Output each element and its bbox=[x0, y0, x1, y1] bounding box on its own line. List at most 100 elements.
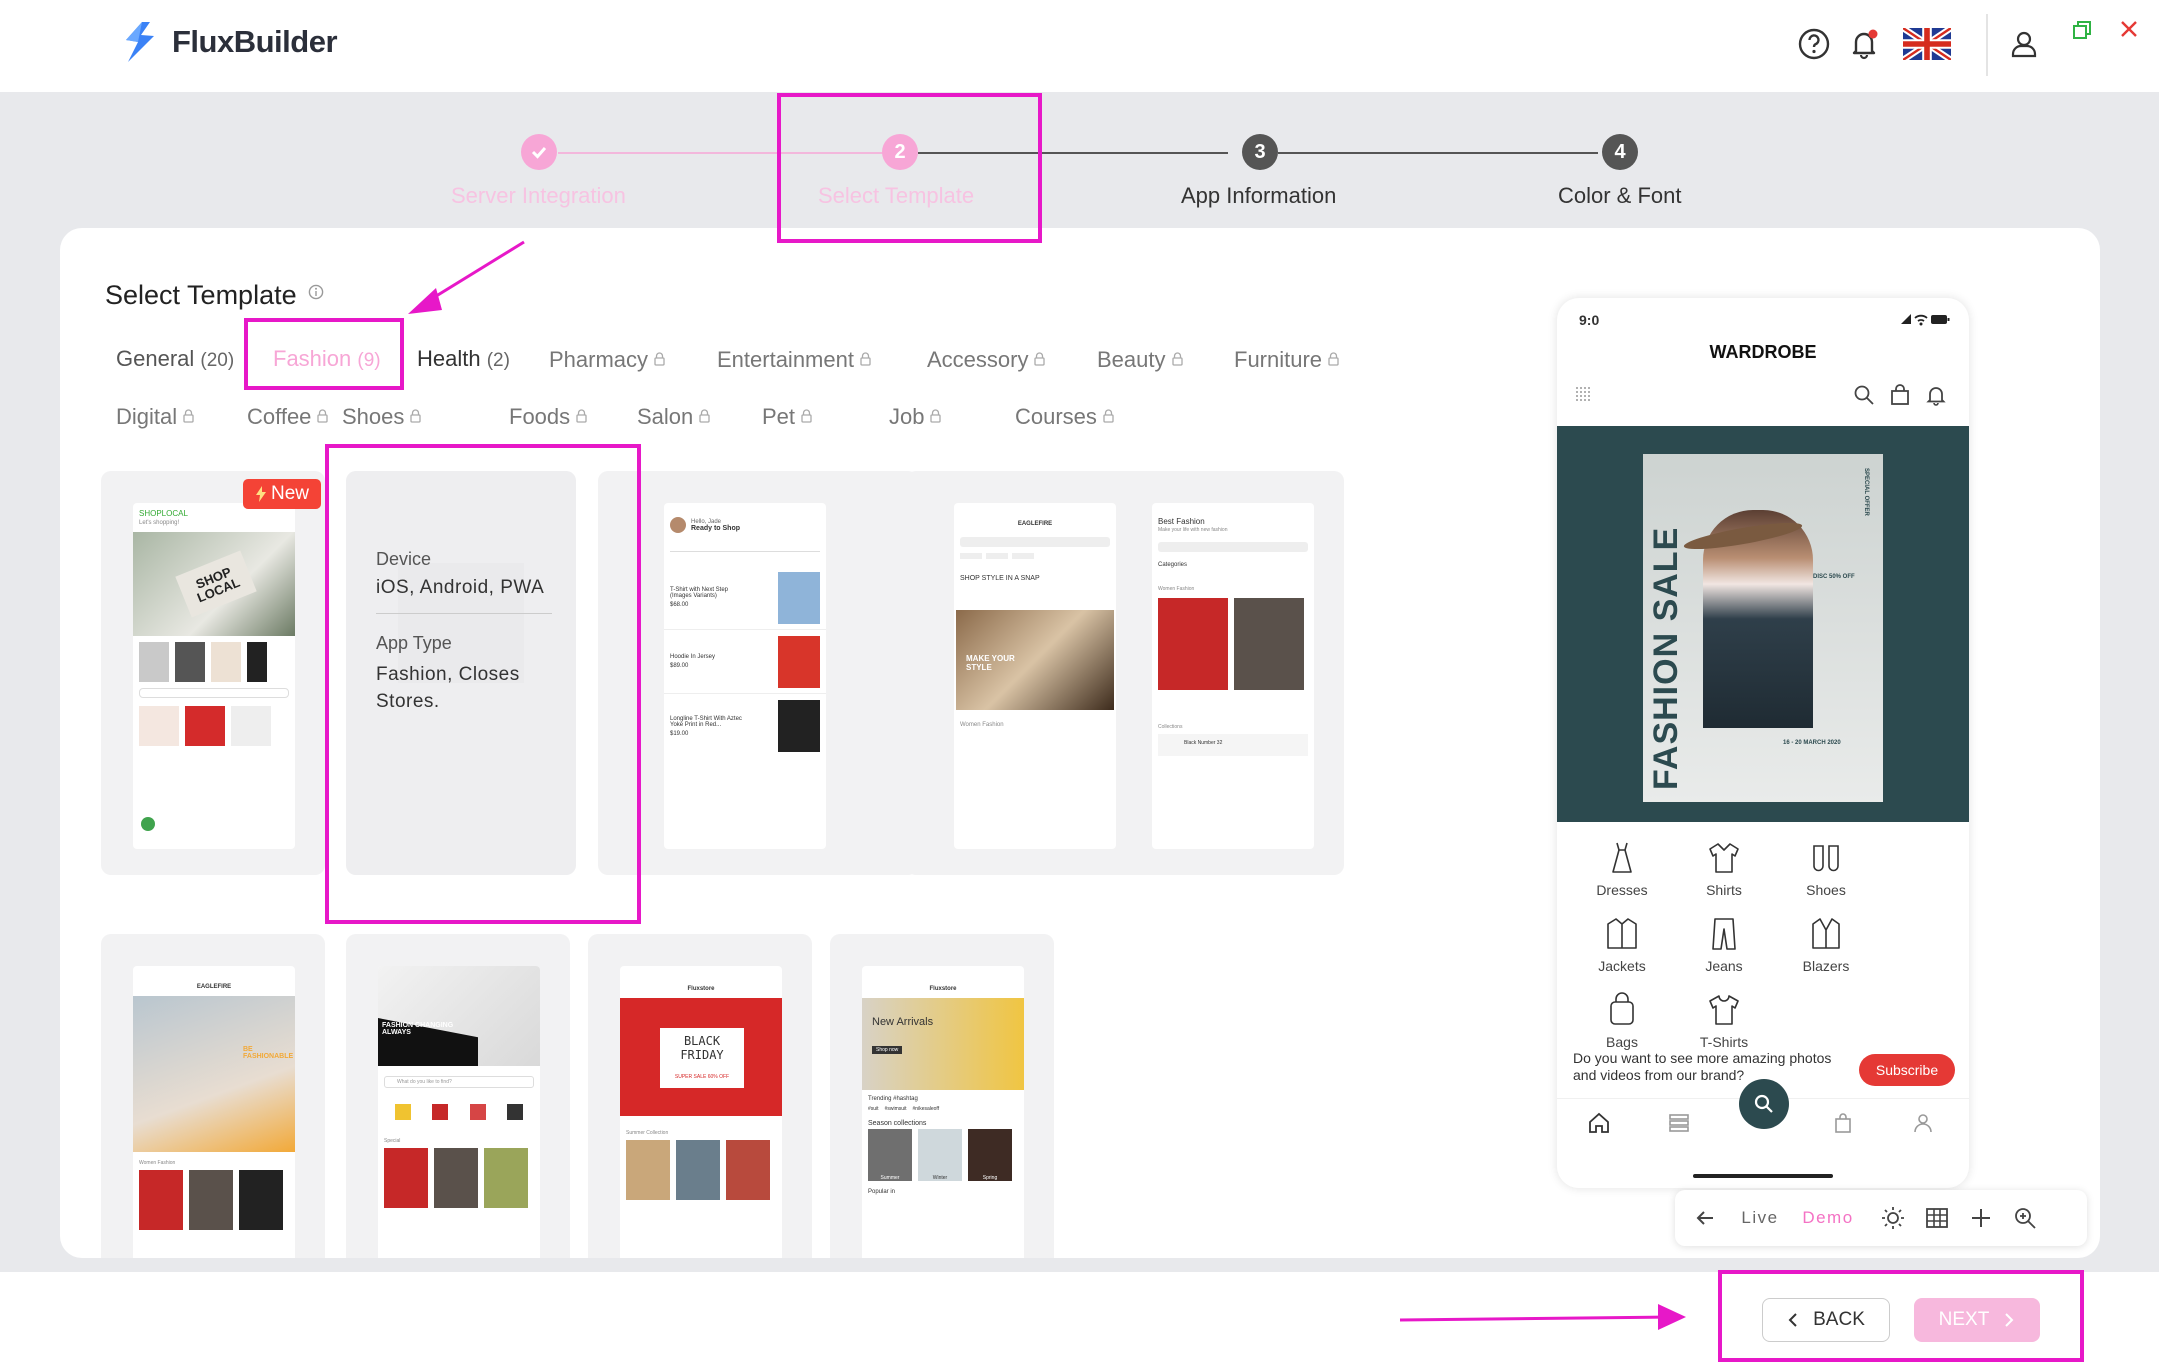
annotation-arrow-icon bbox=[1399, 1304, 1686, 1330]
lock-icon bbox=[183, 403, 194, 423]
category-salon[interactable]: Salon bbox=[637, 403, 710, 430]
template-brand: Fluxstore bbox=[687, 986, 715, 992]
template-hero-text: SHOP LOCAL bbox=[175, 550, 257, 618]
category-health[interactable]: Health (2) bbox=[417, 346, 510, 372]
grid-icon[interactable] bbox=[1917, 1198, 1957, 1238]
lock-icon bbox=[1103, 403, 1114, 423]
preview-search-icon[interactable] bbox=[1853, 384, 1875, 411]
category-foods[interactable]: Foods bbox=[509, 403, 587, 430]
new-badge-text: New bbox=[270, 483, 309, 504]
subscribe-button[interactable]: Subscribe bbox=[1859, 1054, 1955, 1086]
close-window-icon[interactable] bbox=[2120, 20, 2138, 43]
preview-category-shirts[interactable]: Shirts bbox=[1673, 840, 1775, 898]
preview-category-dresses[interactable]: Dresses bbox=[1571, 840, 1673, 898]
jacket-icon bbox=[1607, 918, 1637, 949]
template-section: Special bbox=[384, 1138, 401, 1144]
add-icon[interactable] bbox=[1961, 1198, 2001, 1238]
preview-banner[interactable]: FASHION SALE SPECIAL OFFER DISC 50% OFF … bbox=[1557, 426, 1969, 822]
lock-icon bbox=[1034, 346, 1046, 366]
template-card-9[interactable]: Fluxstore New Arrivals Shop now Trending… bbox=[830, 934, 1054, 1258]
info-icon[interactable] bbox=[308, 276, 324, 307]
category-entertainment[interactable]: Entertainment bbox=[717, 346, 871, 373]
restore-window-icon[interactable] bbox=[2072, 20, 2092, 45]
template-card-1[interactable]: SHOPLOCAL Let's shopping! SHOP LOCAL New bbox=[101, 471, 325, 875]
template-tag: #swimsuit bbox=[884, 1106, 907, 1112]
template-card-8[interactable]: Fluxstore BLACK FRIDAY SUPER SALE 60% OF… bbox=[588, 934, 812, 1258]
home-icon[interactable] bbox=[1587, 1111, 1611, 1140]
preview-category-shoes[interactable]: Shoes bbox=[1775, 840, 1877, 898]
category-digital[interactable]: Digital bbox=[116, 403, 194, 430]
cart-nav-icon[interactable] bbox=[1831, 1111, 1855, 1140]
template-card-3[interactable]: Hello, Jade Ready to Shop T-Shirt with Ne… bbox=[598, 471, 918, 875]
preview-category-blazers[interactable]: Blazers bbox=[1775, 916, 1877, 974]
brightness-icon[interactable] bbox=[1873, 1198, 1913, 1238]
category-nav-icon[interactable] bbox=[1667, 1111, 1691, 1140]
profile-nav-icon[interactable] bbox=[1911, 1111, 1935, 1140]
app-logo: FluxBuilder bbox=[118, 20, 338, 64]
step-connector bbox=[558, 152, 888, 154]
template-section: Women Fashion bbox=[960, 722, 1004, 728]
category-accessory[interactable]: Accessory bbox=[927, 346, 1046, 373]
template-hero-image: SHOP LOCAL bbox=[133, 532, 295, 636]
shoes-icon bbox=[1813, 845, 1839, 872]
preview-bag-icon[interactable] bbox=[1889, 384, 1911, 411]
lock-icon bbox=[1328, 346, 1339, 366]
section-title: Select Template bbox=[105, 276, 324, 311]
back-arrow-icon[interactable] bbox=[1685, 1198, 1725, 1238]
template-heading: Best Fashion bbox=[1158, 517, 1205, 526]
preview-bell-icon[interactable] bbox=[1925, 384, 1947, 411]
shirt-icon bbox=[1709, 843, 1739, 873]
template-card-5[interactable]: Best Fashion Make your life with new fas… bbox=[1118, 471, 1344, 875]
back-button[interactable]: BACK bbox=[1762, 1298, 1890, 1342]
select-template-card: Select Template General (20) Fashion (9)… bbox=[60, 228, 2100, 1258]
template-preview-5: Best Fashion Make your life with new fas… bbox=[1152, 503, 1314, 849]
bell-icon[interactable] bbox=[1842, 22, 1886, 66]
preview-category-tshirts[interactable]: T-Shirts bbox=[1673, 992, 1775, 1050]
category-fashion[interactable]: Fashion (9) bbox=[273, 346, 381, 372]
step-2-label: Select Template bbox=[818, 183, 975, 208]
category-general[interactable]: General (20) bbox=[116, 346, 234, 372]
category-furniture[interactable]: Furniture bbox=[1234, 346, 1339, 373]
template-preview-4: EAGLEFIRE SHOP STYLE IN A SNAP MAKE YOUR… bbox=[954, 503, 1116, 849]
template-sub: Make your life with new fashion bbox=[1158, 527, 1228, 533]
brand-name: FluxBuilder bbox=[172, 24, 338, 59]
template-card-2[interactable]: Device iOS, Android, PWA App Type Fashio… bbox=[346, 471, 576, 875]
zoom-in-icon[interactable] bbox=[2005, 1198, 2045, 1238]
preview-category-bags[interactable]: Bags bbox=[1571, 992, 1673, 1050]
search-fab-icon[interactable] bbox=[1739, 1079, 1789, 1129]
template-banner: MAKE YOUR STYLE bbox=[956, 610, 1114, 710]
preview-category-jackets[interactable]: Jackets bbox=[1571, 916, 1673, 974]
uk-flag-icon[interactable] bbox=[1902, 22, 1952, 66]
preview-category-jeans[interactable]: Jeans bbox=[1673, 916, 1775, 974]
category-pet[interactable]: Pet bbox=[762, 403, 812, 430]
template-list-item: Longline T-Shirt With Aztec Yoke Print i… bbox=[664, 694, 826, 758]
fluxbuilder-logo-icon bbox=[118, 20, 162, 64]
template-hero-image: BLACK FRIDAY SUPER SALE 60% OFF bbox=[620, 998, 782, 1116]
template-card-6[interactable]: EAGLEFIRE BE FASHIONABLE Women Fashion bbox=[101, 934, 325, 1258]
category-pharmacy[interactable]: Pharmacy bbox=[549, 346, 665, 373]
preview-categories: Dresses Shirts Shoes Jackets Jeans Blaze… bbox=[1571, 840, 1955, 1050]
template-heading: SHOP STYLE IN A SNAP bbox=[960, 575, 1040, 582]
step-4-number: 4 bbox=[1602, 134, 1638, 170]
lightning-icon bbox=[255, 486, 266, 502]
next-button-label: NEXT bbox=[1938, 1309, 1990, 1330]
header-divider bbox=[1986, 14, 1988, 76]
category-courses[interactable]: Courses bbox=[1015, 403, 1114, 430]
demo-toggle[interactable]: Demo bbox=[1795, 1208, 1861, 1228]
tshirt-icon bbox=[1709, 995, 1739, 1025]
lock-icon bbox=[860, 346, 871, 366]
template-section: Women Fashion bbox=[139, 1160, 176, 1166]
category-beauty[interactable]: Beauty bbox=[1097, 346, 1183, 373]
next-button[interactable]: NEXT bbox=[1914, 1298, 2040, 1342]
device-label: Device bbox=[376, 549, 432, 569]
live-toggle[interactable]: Live bbox=[1729, 1208, 1791, 1228]
user-icon[interactable] bbox=[2002, 22, 2046, 66]
category-job[interactable]: Job bbox=[889, 403, 942, 430]
status-icons bbox=[1899, 312, 1951, 331]
preview-menu-icon[interactable] bbox=[1575, 386, 1591, 407]
help-circle-icon[interactable] bbox=[1792, 22, 1836, 66]
lock-icon bbox=[317, 403, 329, 423]
category-shoes[interactable]: Shoes bbox=[342, 403, 422, 430]
category-coffee[interactable]: Coffee bbox=[247, 403, 329, 430]
template-card-7[interactable]: FASHION CHANGING ALWAYS What do you like… bbox=[346, 934, 570, 1258]
